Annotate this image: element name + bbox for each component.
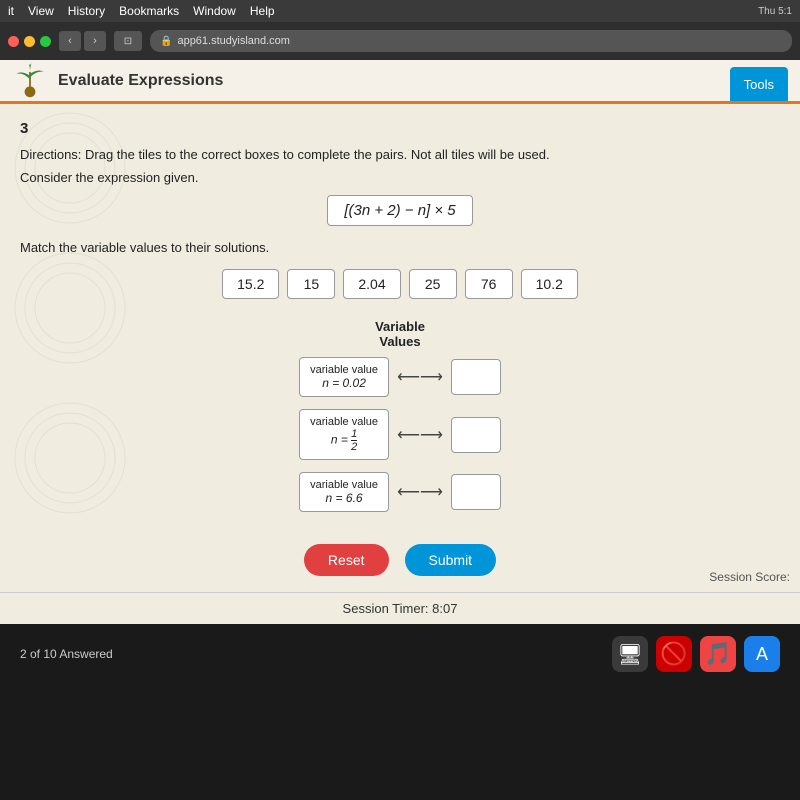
expression-box: [(3n + 2) − n] × 5 [327,195,472,226]
menu-window[interactable]: Window [193,4,236,18]
var-val-2: n = 6.6 [310,491,378,505]
variable-header: VariableValues [299,319,501,349]
tools-button[interactable]: Tools [730,67,788,101]
app-logo [12,63,48,99]
no-sign-icon[interactable]: 🚫 [656,636,692,672]
arrow-2: ⟵⟶ [397,482,443,502]
session-score: Session Score: [709,570,790,584]
reset-button[interactable]: Reset [304,544,389,576]
submit-button[interactable]: Submit [405,544,497,576]
arrow-1: ⟵⟶ [397,425,443,445]
minimize-button[interactable] [24,36,35,47]
match-text: Match the variable values to their solut… [20,240,780,255]
solution-box-2[interactable] [451,474,501,510]
tile-2[interactable]: 2.04 [343,269,400,299]
consider-text: Consider the expression given. [20,170,780,185]
menu-it[interactable]: it [8,4,14,18]
solution-box-0[interactable] [451,359,501,395]
maximize-button[interactable] [40,36,51,47]
variable-column: VariableValues variable value n = 0.02 ⟵… [299,319,501,524]
app-header: Evaluate Expressions Tools [0,60,800,104]
session-timer: Session Timer: 8:07 [343,601,458,616]
app-title: Evaluate Expressions [58,72,223,90]
var-label-0: variable value [310,364,378,376]
var-label-2: variable value [310,479,378,491]
fraction-display: 12 [351,428,357,453]
tile-1[interactable]: 15 [287,269,335,299]
answered-text: 2 of 10 Answered [20,647,113,661]
monitor-icon[interactable]: 🖥 [612,636,648,672]
tiles-row: 15.2 15 2.04 25 76 10.2 [20,269,780,299]
address-bar[interactable]: 🔒 app61.studyisland.com [150,30,792,52]
forward-button[interactable]: › [84,31,106,51]
tile-5[interactable]: 10.2 [521,269,578,299]
browser-chrome: ‹ › ⊡ 🔒 app61.studyisland.com [0,22,800,60]
dock-area: 2 of 10 Answered 🖥 🚫 🎵 A [0,624,800,684]
traffic-lights [8,36,51,47]
pair-row-1: variable value n = 12 ⟵⟶ [299,409,501,460]
var-val-0: n = 0.02 [310,376,378,390]
wifi-time: Thu 5:1 [758,6,792,17]
menu-help[interactable]: Help [250,4,275,18]
match-table: VariableValues variable value n = 0.02 ⟵… [20,319,780,524]
expression-container: [(3n + 2) − n] × 5 [20,195,780,226]
dock-icons: 🖥 🚫 🎵 A [612,636,780,672]
tile-3[interactable]: 25 [409,269,457,299]
main-content: 3 Directions: Drag the tiles to the corr… [0,104,800,592]
var-label-1: variable value [310,416,378,428]
session-timer-bar: Session Timer: 8:07 [0,592,800,624]
nav-buttons: ‹ › [59,31,106,51]
tab-button[interactable]: ⊡ [114,31,142,51]
menu-bookmarks[interactable]: Bookmarks [119,4,179,18]
question-number: 3 [20,120,780,137]
directions-text: Directions: Drag the tiles to the correc… [20,147,780,162]
tile-4[interactable]: 76 [465,269,513,299]
back-button[interactable]: ‹ [59,31,81,51]
menubar: it View History Bookmarks Window Help Th… [0,0,800,22]
pair-row-2: variable value n = 6.6 ⟵⟶ [299,472,501,512]
close-button[interactable] [8,36,19,47]
button-row: Reset Submit [20,544,780,576]
var-box-2: variable value n = 6.6 [299,472,389,512]
pair-row-0: variable value n = 0.02 ⟵⟶ [299,357,501,397]
var-box-0: variable value n = 0.02 [299,357,389,397]
var-box-1: variable value n = 12 [299,409,389,460]
music-icon[interactable]: 🎵 [700,636,736,672]
appstore-icon[interactable]: A [744,636,780,672]
url-text: app61.studyisland.com [177,35,290,47]
var-val-1: n = 12 [310,428,378,453]
arrow-0: ⟵⟶ [397,367,443,387]
menu-history[interactable]: History [68,4,105,18]
menu-view[interactable]: View [28,4,54,18]
solution-box-1[interactable] [451,417,501,453]
tile-0[interactable]: 15.2 [222,269,279,299]
